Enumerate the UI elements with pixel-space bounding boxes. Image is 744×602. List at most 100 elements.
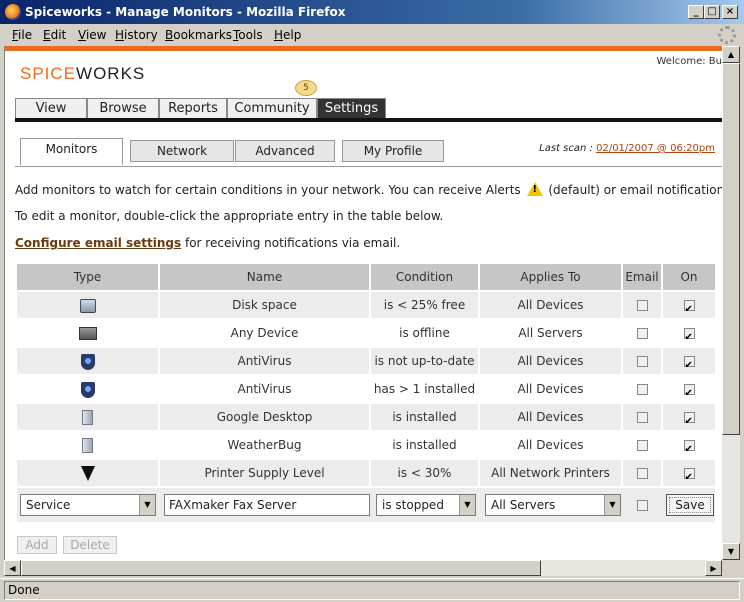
- cell-on: [663, 320, 715, 346]
- enabled-checkbox[interactable]: [683, 381, 695, 402]
- column-header-email[interactable]: Email: [623, 264, 661, 290]
- column-header-name[interactable]: Name: [160, 264, 369, 290]
- cell-on: [663, 348, 715, 374]
- menu-view[interactable]: View: [78, 28, 106, 42]
- email-checkbox[interactable]: [636, 468, 648, 479]
- enabled-checkbox[interactable]: [683, 437, 695, 458]
- last-scan-label: Last scan :: [539, 143, 593, 154]
- scroll-up-button[interactable]: ▲: [722, 46, 740, 63]
- horizontal-scroll-thumb[interactable]: [21, 560, 541, 576]
- cell-email: [623, 460, 661, 486]
- column-header-type[interactable]: Type: [17, 264, 158, 290]
- cell-name: Disk space: [160, 292, 369, 318]
- tab-settings[interactable]: Settings: [317, 98, 386, 118]
- community-badge: 5: [295, 80, 317, 96]
- menu-history[interactable]: History: [115, 28, 158, 42]
- cell-on: [663, 292, 715, 318]
- status-panel: [4, 581, 740, 600]
- enabled-checkbox[interactable]: [683, 409, 695, 430]
- cell-on: [663, 404, 715, 430]
- cell-email: [623, 292, 661, 318]
- cell-applies-to: All Devices: [480, 404, 621, 430]
- tab-community[interactable]: Community: [227, 98, 317, 118]
- menu-file[interactable]: File: [12, 28, 32, 42]
- throbber-icon: [718, 26, 736, 44]
- intro-line-1: Add monitors to watch for certain condit…: [15, 182, 722, 197]
- spiceworks-logo[interactable]: SPICEWORKS: [20, 64, 145, 84]
- condition-select[interactable]: is stopped ▼: [376, 494, 476, 516]
- chevron-down-icon[interactable]: ▼: [139, 495, 155, 515]
- menu-help[interactable]: Help: [274, 28, 301, 42]
- cell-applies-to: All Devices: [480, 348, 621, 374]
- table-row[interactable]: Printer Supply Level is < 30% All Network …: [17, 460, 715, 486]
- subtab-advanced[interactable]: Advanced: [235, 140, 335, 162]
- table-row[interactable]: Disk space is < 25% free All Devices: [17, 292, 715, 318]
- email-checkbox[interactable]: [636, 412, 648, 423]
- enabled-checkbox[interactable]: [683, 297, 695, 318]
- table-row[interactable]: AntiVirus has > 1 installed All Devices: [17, 376, 715, 402]
- email-checkbox[interactable]: [637, 500, 648, 511]
- cell-type: [17, 348, 158, 374]
- tab-reports[interactable]: Reports: [159, 98, 227, 118]
- enabled-checkbox[interactable]: [683, 353, 695, 374]
- computer-icon: [78, 327, 97, 340]
- type-select[interactable]: Service ▼: [20, 494, 156, 516]
- applies-select[interactable]: All Servers ▼: [485, 494, 621, 516]
- tab-view[interactable]: View: [15, 98, 87, 118]
- email-checkbox[interactable]: [636, 440, 648, 451]
- chevron-down-icon[interactable]: ▼: [604, 495, 620, 515]
- disk-icon: [79, 298, 96, 313]
- email-checkbox[interactable]: [636, 356, 648, 367]
- cell-on: [663, 432, 715, 458]
- subtab-monitors[interactable]: Monitors: [20, 138, 123, 165]
- header-accent-bar: [5, 46, 722, 51]
- page-content: Welcome: Bu SPICEWORKS View Browse Repor…: [4, 46, 722, 560]
- maximize-button[interactable]: □: [704, 5, 720, 19]
- cell-type: [17, 320, 158, 346]
- close-button[interactable]: ×: [722, 5, 738, 19]
- configure-email-link[interactable]: Configure email settings: [15, 236, 181, 250]
- cell-email: [623, 348, 661, 374]
- save-button[interactable]: Save: [666, 494, 714, 516]
- vertical-scrollbar[interactable]: ▲ ▼: [722, 46, 740, 560]
- email-checkbox[interactable]: [636, 328, 648, 339]
- intro-text-a: Add monitors to watch for certain condit…: [15, 183, 521, 197]
- menu-bookmarks[interactable]: Bookmarks: [165, 28, 232, 42]
- enabled-checkbox[interactable]: [683, 465, 695, 486]
- cell-applies-to: All Devices: [480, 292, 621, 318]
- cell-name: Google Desktop: [160, 404, 369, 430]
- menu-tools[interactable]: Tools: [233, 28, 263, 42]
- last-scan-link[interactable]: 02/01/2007 @ 06:20pm: [596, 143, 715, 154]
- cell-name: AntiVirus: [160, 376, 369, 402]
- column-header-on[interactable]: On: [663, 264, 715, 290]
- vertical-scroll-thumb[interactable]: [722, 63, 740, 435]
- subtab-network[interactable]: Network: [130, 140, 234, 162]
- subtab-my-profile[interactable]: My Profile: [342, 140, 444, 162]
- column-header-applies-to[interactable]: Applies To: [480, 264, 621, 290]
- column-header-condition[interactable]: Condition: [371, 264, 478, 290]
- tab-browse[interactable]: Browse: [87, 98, 159, 118]
- enabled-checkbox[interactable]: [683, 325, 695, 346]
- table-row[interactable]: AntiVirus is not up-to-date All Devices: [17, 348, 715, 374]
- scroll-right-button[interactable]: ▶: [705, 560, 722, 576]
- horizontal-scrollbar[interactable]: ◀ ▶: [4, 560, 722, 576]
- cell-applies-to: All Devices: [480, 432, 621, 458]
- scroll-left-button[interactable]: ◀: [4, 560, 21, 576]
- email-checkbox[interactable]: [636, 384, 648, 395]
- name-input[interactable]: FAXmaker Fax Server: [164, 494, 370, 516]
- delete-button[interactable]: Delete: [63, 536, 117, 554]
- scroll-down-button[interactable]: ▼: [722, 543, 740, 560]
- status-bar: Done: [0, 578, 744, 602]
- add-button[interactable]: Add: [17, 536, 57, 554]
- chevron-down-icon[interactable]: ▼: [459, 495, 475, 515]
- shield-icon: [80, 353, 95, 370]
- table-row[interactable]: Google Desktop is installed All Devices: [17, 404, 715, 430]
- email-checkbox[interactable]: [636, 300, 648, 311]
- table-row[interactable]: Any Device is offline All Servers: [17, 320, 715, 346]
- menu-edit[interactable]: Edit: [43, 28, 66, 42]
- minimize-button[interactable]: _: [688, 5, 704, 19]
- cell-condition: is < 25% free: [371, 292, 478, 318]
- welcome-text: Welcome: Bu: [656, 56, 723, 67]
- table-row[interactable]: WeatherBug is installed All Devices: [17, 432, 715, 458]
- applies-select-value: All Servers: [491, 498, 556, 512]
